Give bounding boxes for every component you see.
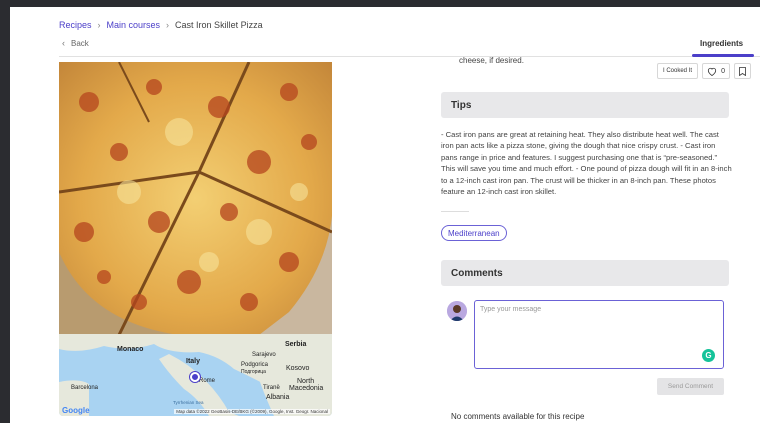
map-label-rome: Rome: [199, 378, 216, 384]
empty-comments-text: No comments available for this recipe: [451, 412, 585, 421]
map-label-podgorica: Podgorica: [241, 362, 269, 368]
map-label-tyrrhenian: Tyrrhenian Sea: [173, 400, 204, 405]
header-divider: [59, 56, 760, 57]
breadcrumb-recipes-link[interactable]: Recipes: [59, 20, 92, 30]
cuisine-tag[interactable]: Mediterranean: [441, 225, 507, 241]
google-logo: Google: [62, 406, 90, 415]
breadcrumb-current: Cast Iron Skillet Pizza: [175, 20, 263, 30]
chevron-left-icon: ‹: [62, 38, 65, 48]
breadcrumb-main-courses-link[interactable]: Main courses: [107, 20, 161, 30]
map-label-italy: Italy: [186, 358, 201, 365]
comment-input-wrapper: G: [474, 300, 724, 369]
cooked-it-button[interactable]: I Cooked It: [657, 63, 699, 79]
back-label: Back: [71, 38, 89, 48]
ingredient-tail-text: cheese, if desired.: [459, 56, 524, 65]
map-label-barcelona: Barcelona: [71, 385, 99, 391]
comments-header: Comments: [441, 260, 729, 286]
breadcrumb: Recipes › Main courses › Cast Iron Skill…: [59, 20, 263, 30]
bookmark-icon: [739, 66, 746, 76]
comment-input[interactable]: [475, 301, 723, 368]
map-attribution: Map data ©2022 GeoBasis-DE/BKG (©2009), …: [174, 409, 330, 414]
tips-body: - Cast iron pans are great at retaining …: [441, 130, 732, 197]
tips-header: Tips: [441, 92, 729, 118]
map-label-albania: Albania: [266, 394, 290, 401]
map-label-macedonia: Macedonia: [289, 385, 324, 392]
tab-ingredients[interactable]: Ingredients: [700, 39, 743, 48]
map-label-podgorica-cyr: Подгорица: [241, 369, 266, 375]
chevron-right-icon: ›: [97, 20, 101, 30]
grammarly-icon[interactable]: G: [702, 349, 715, 362]
tips-divider: [441, 211, 469, 212]
avatar: [447, 301, 467, 321]
recipe-actions: I Cooked It 0: [657, 63, 752, 79]
recipe-photo: [59, 62, 332, 335]
map-label-tirane: Tiranë: [263, 385, 280, 391]
recipe-page: Recipes › Main courses › Cast Iron Skill…: [10, 7, 760, 423]
map-label-north: North: [297, 378, 315, 385]
map-label-sarajevo: Sarajevo: [252, 352, 276, 358]
location-map[interactable]: Monaco Serbia Sarajevo Podgorica Подгори…: [59, 334, 332, 416]
like-count: 0: [721, 67, 725, 75]
bookmark-button[interactable]: [734, 63, 752, 79]
map-label-serbia: Serbia: [285, 341, 307, 348]
back-button[interactable]: ‹ Back: [62, 38, 89, 48]
location-pin-icon[interactable]: [190, 372, 200, 382]
map-label-kosovo: Kosovo: [286, 365, 310, 372]
send-comment-button[interactable]: Send Comment: [657, 378, 724, 395]
chevron-right-icon: ›: [166, 20, 170, 30]
map-label-monaco: Monaco: [117, 346, 144, 353]
like-button[interactable]: 0: [702, 63, 731, 79]
heart-icon: [707, 67, 717, 76]
tab-active-indicator: [692, 54, 754, 57]
